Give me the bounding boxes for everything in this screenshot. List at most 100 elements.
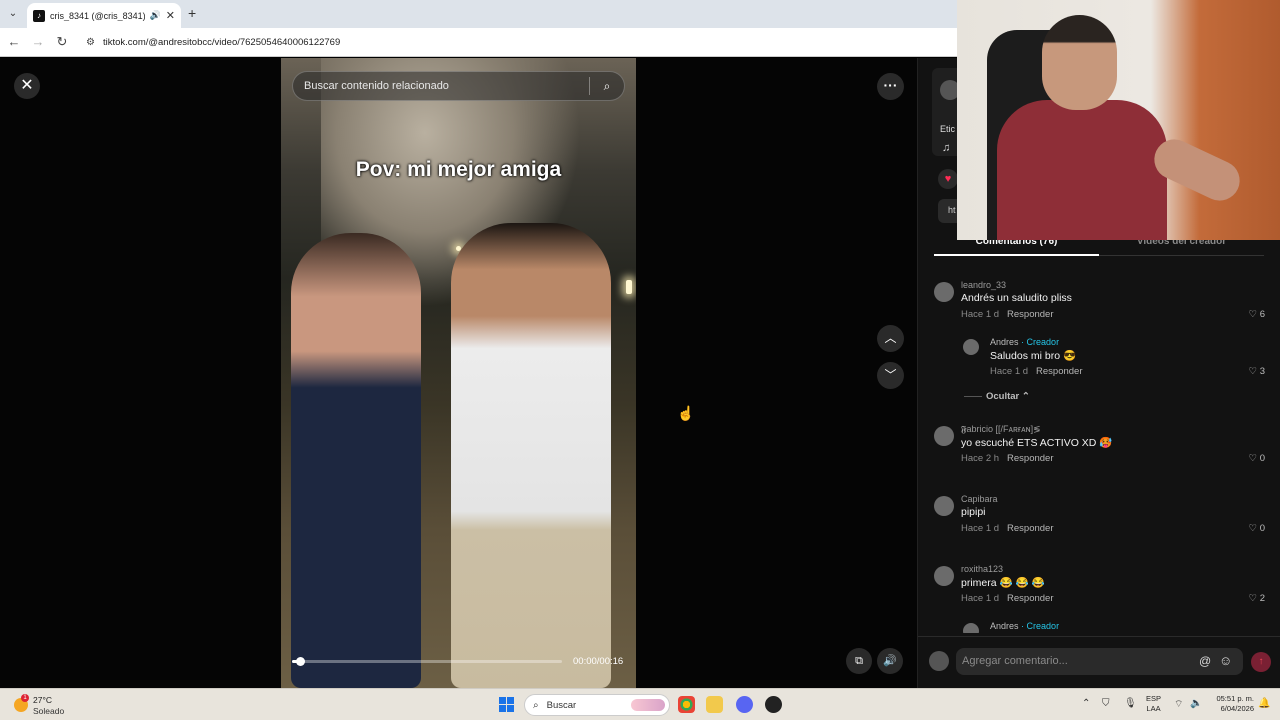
- comment-avatar[interactable]: [963, 623, 979, 633]
- notifications-bell-icon[interactable]: 🔔: [1258, 698, 1270, 709]
- heart-outline-icon: ♡: [1248, 593, 1260, 604]
- comment-likes[interactable]: ♡ 0: [1249, 523, 1265, 534]
- comment-meta: Hace 1 d Responder: [961, 309, 1054, 320]
- music-note-icon[interactable]: ♫: [942, 142, 950, 154]
- tray-chevron-up-icon[interactable]: ⌃: [1082, 698, 1090, 709]
- description-text: Etic: [940, 124, 956, 134]
- microphone-icon[interactable]: 🎙: [1124, 698, 1137, 709]
- comment-likes[interactable]: ♡ 0: [1249, 453, 1265, 464]
- video-time: 00:00/00:16: [573, 656, 624, 667]
- comment-username[interactable]: leandro_33: [961, 280, 1006, 290]
- creator-badge: · Creador: [1021, 621, 1060, 631]
- more-options-icon[interactable]: ···: [877, 73, 904, 100]
- clock-date: 6/04/2026: [1220, 704, 1254, 713]
- reload-icon[interactable]: ↻: [54, 34, 70, 50]
- search-icon[interactable]: ⌕: [590, 79, 624, 94]
- browser-tab[interactable]: ♪ cris_8341 (@cris_8341) | Ti 🔊 ✕: [27, 3, 181, 28]
- windows-start-icon[interactable]: [499, 697, 514, 712]
- send-arrow-icon[interactable]: ↑: [1251, 652, 1271, 672]
- video-player[interactable]: Pov: mi mejor amiga Buscar contenido rel…: [281, 58, 636, 688]
- comment-time: Hace 1 d: [990, 366, 1029, 377]
- network-icon[interactable]: ⛉: [1102, 698, 1110, 709]
- tab-close-icon[interactable]: ✕: [166, 9, 175, 22]
- tab-speaker-icon[interactable]: 🔊: [150, 10, 161, 21]
- comment-likes[interactable]: ♡ 3: [1249, 366, 1265, 377]
- video-frame-person-boy: [451, 223, 611, 688]
- heart-outline-icon: ♡: [1248, 453, 1260, 464]
- hide-replies-button[interactable]: Ocultar ⌃: [964, 391, 1030, 402]
- comment-likes[interactable]: ♡ 2: [1249, 593, 1265, 604]
- heart-outline-icon: ♡: [1248, 366, 1260, 377]
- like-count: 0: [1259, 523, 1265, 534]
- reply-button[interactable]: Responder: [1007, 523, 1053, 534]
- emoji-icon[interactable]: ☺: [1219, 653, 1232, 668]
- weather-widget[interactable]: 1 27°C Soleado: [14, 694, 74, 716]
- related-search-bar[interactable]: Buscar contenido relacionado ⌕: [292, 71, 625, 101]
- active-tab-underline: [934, 254, 1099, 256]
- app-icon[interactable]: [765, 696, 782, 713]
- reply-button[interactable]: Responder: [1007, 453, 1053, 464]
- like-heart-icon[interactable]: ♥: [938, 169, 958, 189]
- comment-username[interactable]: Andres · Creador: [990, 337, 1059, 347]
- video-frame-person-girl: [291, 233, 421, 688]
- video-frame-light: [626, 280, 632, 294]
- hide-dash: [964, 395, 982, 397]
- comment-meta: Hace 1 d Responder: [961, 523, 1054, 534]
- comment-meta: Hace 2 h Responder: [961, 453, 1054, 464]
- comment-username[interactable]: Capibara: [961, 494, 998, 504]
- taskbar-search[interactable]: ⌕ Buscar: [524, 694, 670, 716]
- comment-avatar[interactable]: [934, 282, 954, 302]
- picture-in-picture-icon[interactable]: ⧉: [846, 648, 872, 674]
- wifi-icon[interactable]: ⌔: [1174, 698, 1183, 711]
- lang-1: ESP: [1146, 694, 1162, 703]
- comment-likes[interactable]: ♡ 6: [1249, 309, 1265, 320]
- taskbar-search-label: Buscar: [546, 699, 577, 711]
- comment-username[interactable]: Andres · Creador: [990, 621, 1059, 631]
- comment-avatar[interactable]: [934, 426, 954, 446]
- video-progress-bar[interactable]: [292, 657, 562, 666]
- comment-time: Hace 1 d: [961, 523, 1000, 534]
- weather-temp: 27°C: [33, 695, 52, 705]
- comment-time: Hace 2 h: [961, 453, 1000, 464]
- creator-badge: · Creador: [1021, 337, 1060, 347]
- reply-item: Andres · Creador: [963, 621, 1269, 633]
- tab-list-chevron-down-icon[interactable]: ⌄: [5, 6, 21, 22]
- discord-icon[interactable]: [736, 696, 753, 713]
- mention-at-icon[interactable]: @: [1199, 654, 1211, 668]
- user-avatar[interactable]: [929, 651, 949, 671]
- comment-username[interactable]: roxitha123: [961, 564, 1003, 574]
- new-tab-plus-icon[interactable]: +: [188, 5, 196, 21]
- comment-input-bar: Agregar comentario... @ ☺ ↑: [918, 636, 1280, 688]
- system-clock[interactable]: 05:51 p. m. 6/04/2026: [1208, 694, 1254, 714]
- lang-2: LAA: [1146, 704, 1161, 713]
- previous-video-chevron-up-icon[interactable]: ︿: [877, 325, 904, 352]
- reply-button[interactable]: Responder: [1007, 309, 1053, 320]
- comment-avatar[interactable]: [963, 339, 979, 355]
- video-stage: ✕ Pov: mi mejor amiga Buscar contenido r…: [0, 58, 917, 688]
- heart-outline-icon: ♡: [1248, 309, 1260, 320]
- comment-time: Hace 1 d: [961, 309, 1000, 320]
- username-text: Andres: [990, 621, 1019, 631]
- comment-avatar[interactable]: [934, 496, 954, 516]
- like-count: 3: [1259, 366, 1265, 377]
- reply-button[interactable]: Responder: [1036, 366, 1082, 377]
- file-explorer-icon[interactable]: [706, 696, 723, 713]
- username-text: Andres: [990, 337, 1019, 347]
- search-icon: ⌕: [533, 699, 539, 711]
- forward-arrow-icon[interactable]: →: [30, 34, 46, 49]
- close-video-icon[interactable]: ✕: [14, 73, 40, 99]
- reply-button[interactable]: Responder: [1007, 593, 1053, 604]
- hide-label: Ocultar: [986, 391, 1020, 402]
- comment-avatar[interactable]: [934, 566, 954, 586]
- related-search-input[interactable]: Buscar contenido relacionado: [304, 80, 589, 92]
- comment-text: Saludos mi bro 😎: [990, 350, 1077, 362]
- next-video-chevron-down-icon[interactable]: ﹀: [877, 362, 904, 389]
- comment-username[interactable]: 𝕱abricio [[/Fᴀʀғᴀɴ]≶: [961, 424, 1041, 435]
- back-arrow-icon[interactable]: ←: [6, 34, 22, 49]
- site-info-icon[interactable]: ⚙: [86, 37, 95, 48]
- volume-tray-icon[interactable]: 🔈: [1190, 698, 1202, 709]
- language-indicator[interactable]: ESP LAA: [1146, 694, 1161, 714]
- address-bar[interactable]: ⚙ tiktok.com/@andresitobcc/video/7625054…: [80, 31, 960, 54]
- chrome-icon[interactable]: [678, 696, 695, 713]
- volume-icon[interactable]: 🔊: [877, 648, 903, 674]
